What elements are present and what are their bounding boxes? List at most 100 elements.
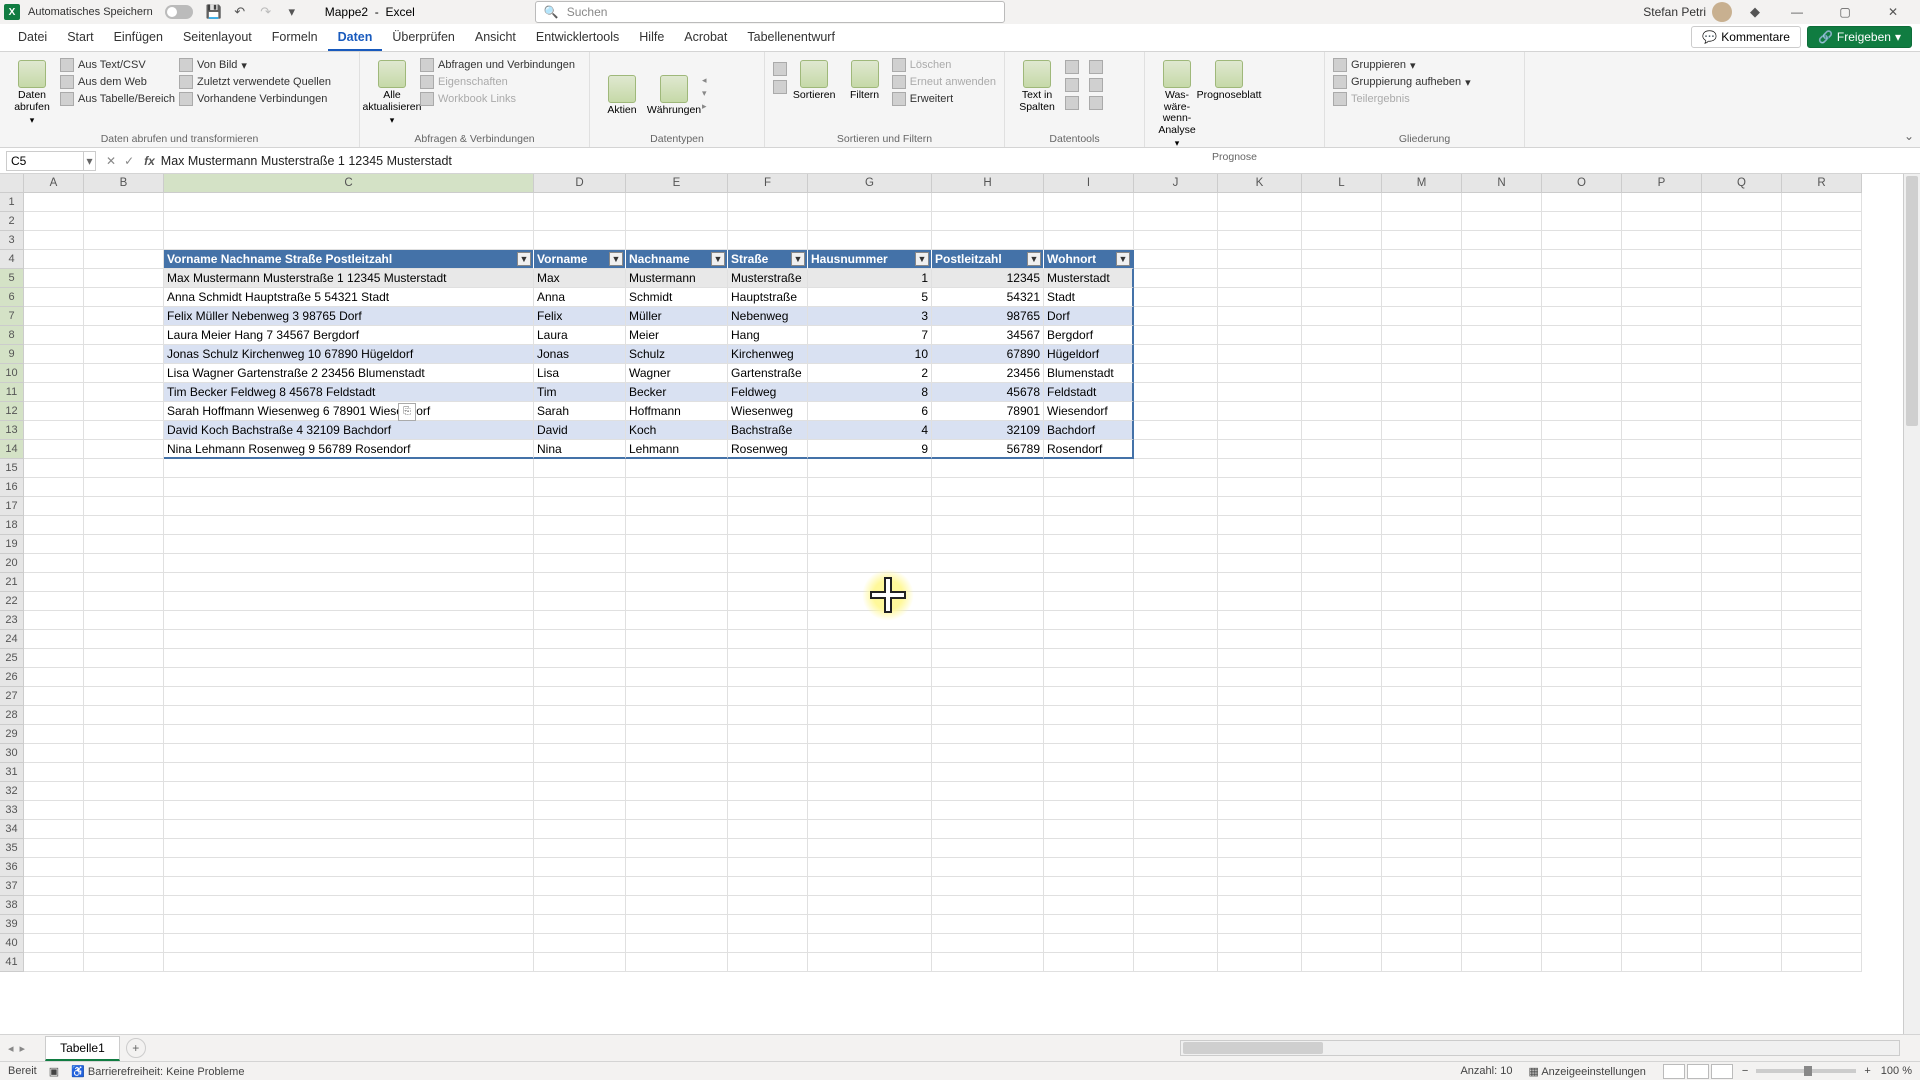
- tab-formeln[interactable]: Formeln: [262, 25, 328, 51]
- forecast-button[interactable]: Prognoseblatt: [1205, 56, 1253, 102]
- tab-daten[interactable]: Daten: [328, 25, 383, 51]
- data-model-icon[interactable]: [1089, 96, 1103, 110]
- vertical-scrollbar[interactable]: [1903, 174, 1920, 1034]
- clear-filter: Löschen: [892, 58, 996, 72]
- qat-customize-icon[interactable]: ▾: [281, 1, 303, 23]
- autosave-toggle[interactable]: [165, 5, 193, 19]
- comments-button[interactable]: 💬 Kommentare: [1691, 26, 1801, 48]
- name-box[interactable]: C5: [6, 151, 84, 171]
- row-headers[interactable]: 1234567891011121314151617181920212223242…: [0, 193, 24, 972]
- close-icon[interactable]: ✕: [1874, 0, 1912, 24]
- from-table-range[interactable]: Aus Tabelle/Bereich: [60, 92, 175, 106]
- ungroup-rows[interactable]: Gruppierung aufheben ▾: [1333, 75, 1471, 89]
- refresh-icon: [378, 60, 406, 88]
- tab-start[interactable]: Start: [57, 25, 103, 51]
- reapply-filter: Erneut anwenden: [892, 75, 996, 89]
- page-layout-view-icon[interactable]: [1687, 1064, 1709, 1079]
- smart-tag-icon[interactable]: ⎘: [398, 403, 416, 421]
- text-to-columns-button[interactable]: Text in Spalten: [1013, 56, 1061, 113]
- filter-dropdown-icon[interactable]: ▼: [517, 252, 531, 266]
- zoom-in-icon[interactable]: +: [1864, 1065, 1870, 1077]
- sheet-nav-next-icon[interactable]: ▸: [20, 1042, 26, 1055]
- from-picture[interactable]: Von Bild ▾: [179, 58, 331, 72]
- user-account[interactable]: Stefan Petri: [1643, 2, 1732, 22]
- macro-icon[interactable]: ▣: [49, 1065, 59, 1078]
- zoom-level[interactable]: 100 %: [1881, 1065, 1912, 1077]
- properties: Eigenschaften: [420, 75, 575, 89]
- recent-sources[interactable]: Zuletzt verwendete Quellen: [179, 75, 331, 89]
- data-validation-icon[interactable]: [1065, 78, 1079, 92]
- search-input[interactable]: 🔍 Suchen: [535, 1, 1005, 23]
- fx-icon[interactable]: fx: [144, 154, 155, 168]
- group-rows[interactable]: Gruppieren ▾: [1333, 58, 1471, 72]
- minimize-icon[interactable]: —: [1778, 0, 1816, 24]
- tab-tabellenentwurf[interactable]: Tabellenentwurf: [737, 25, 845, 51]
- avatar-icon: [1712, 2, 1732, 22]
- cancel-formula-icon[interactable]: ✕: [106, 154, 116, 168]
- sheet-nav-prev-icon[interactable]: ◂: [8, 1042, 14, 1055]
- advanced-filter[interactable]: Erweitert: [892, 92, 996, 106]
- namebox-dropdown-icon[interactable]: ▾: [84, 151, 96, 171]
- sort-za-button[interactable]: [773, 80, 787, 94]
- queries-connections[interactable]: Abfragen und Verbindungen: [420, 58, 575, 72]
- whatif-button[interactable]: Was-wäre-wenn-Analyse▾: [1153, 56, 1201, 149]
- display-settings[interactable]: ▦ Anzeigeeinstellungen: [1528, 1065, 1645, 1078]
- whatif-icon: [1163, 60, 1191, 88]
- status-ready: Bereit: [8, 1065, 37, 1077]
- tab-acrobat[interactable]: Acrobat: [674, 25, 737, 51]
- collapse-ribbon-icon[interactable]: ⌄: [1904, 129, 1914, 143]
- tab-seitenlayout[interactable]: Seitenlayout: [173, 25, 262, 51]
- currencies-button[interactable]: Währungen: [650, 71, 698, 117]
- maximize-icon[interactable]: ▢: [1826, 0, 1864, 24]
- get-data-button[interactable]: Daten abrufen ▾: [8, 56, 56, 126]
- zoom-out-icon[interactable]: −: [1742, 1065, 1748, 1077]
- formula-input[interactable]: Max Mustermann Musterstraße 1 12345 Must…: [161, 154, 1920, 168]
- sort-az-button[interactable]: [773, 62, 787, 76]
- filter-dropdown-icon[interactable]: ▼: [1027, 252, 1041, 266]
- diamond-icon[interactable]: ◆: [1744, 1, 1766, 23]
- column-headers[interactable]: ABCDEFGHIJKLMNOPQR: [24, 174, 1862, 193]
- excel-icon: X: [4, 4, 20, 20]
- filter-dropdown-icon[interactable]: ▼: [609, 252, 623, 266]
- columns-icon: [1023, 60, 1051, 88]
- normal-view-icon[interactable]: [1663, 1064, 1685, 1079]
- filter-dropdown-icon[interactable]: ▼: [791, 252, 805, 266]
- filter-dropdown-icon[interactable]: ▼: [915, 252, 929, 266]
- database-icon: [18, 60, 46, 88]
- refresh-all-button[interactable]: Alle aktualisieren ▾: [368, 56, 416, 126]
- stocks-button[interactable]: Aktien: [598, 71, 646, 117]
- add-sheet-button[interactable]: +: [126, 1038, 146, 1058]
- share-button[interactable]: 🔗 Freigeben ▾: [1807, 26, 1912, 48]
- filter-dropdown-icon[interactable]: ▼: [1116, 252, 1130, 266]
- horizontal-scrollbar[interactable]: [1180, 1040, 1900, 1056]
- search-placeholder: Suchen: [567, 5, 608, 19]
- relationships-icon[interactable]: [1065, 96, 1079, 110]
- page-break-view-icon[interactable]: [1711, 1064, 1733, 1079]
- tab-einfügen[interactable]: Einfügen: [104, 25, 173, 51]
- tab-hilfe[interactable]: Hilfe: [629, 25, 674, 51]
- consolidate-icon[interactable]: [1089, 78, 1103, 92]
- tab-entwicklertools[interactable]: Entwicklertools: [526, 25, 629, 51]
- ribbon: Daten abrufen ▾ Aus Text/CSV Aus dem Web…: [0, 52, 1920, 148]
- accessibility-status[interactable]: ♿ Barrierefreiheit: Keine Probleme: [71, 1065, 244, 1078]
- filter-dropdown-icon[interactable]: ▼: [711, 252, 725, 266]
- select-all-corner[interactable]: [0, 174, 24, 193]
- zoom-slider[interactable]: [1756, 1069, 1856, 1073]
- sheet-tab[interactable]: Tabelle1: [45, 1036, 120, 1061]
- existing-connections[interactable]: Vorhandene Verbindungen: [179, 92, 331, 106]
- redo-icon[interactable]: ↷: [255, 1, 277, 23]
- save-icon[interactable]: 💾: [203, 1, 225, 23]
- sort-button[interactable]: Sortieren: [791, 56, 837, 102]
- enter-formula-icon[interactable]: ✓: [124, 154, 134, 168]
- flash-fill-icon[interactable]: [1065, 60, 1079, 74]
- tab-datei[interactable]: Datei: [8, 25, 57, 51]
- tab-ansicht[interactable]: Ansicht: [465, 25, 526, 51]
- tab-überprüfen[interactable]: Überprüfen: [382, 25, 465, 51]
- spreadsheet-grid[interactable]: ABCDEFGHIJKLMNOPQR 123456789101112131415…: [0, 174, 1920, 1034]
- filter-button[interactable]: Filtern: [841, 56, 887, 102]
- remove-duplicates-icon[interactable]: [1089, 60, 1103, 74]
- undo-icon[interactable]: ↶: [229, 1, 251, 23]
- group-label: Sortieren und Filtern: [773, 131, 996, 147]
- from-text-csv[interactable]: Aus Text/CSV: [60, 58, 175, 72]
- from-web[interactable]: Aus dem Web: [60, 75, 175, 89]
